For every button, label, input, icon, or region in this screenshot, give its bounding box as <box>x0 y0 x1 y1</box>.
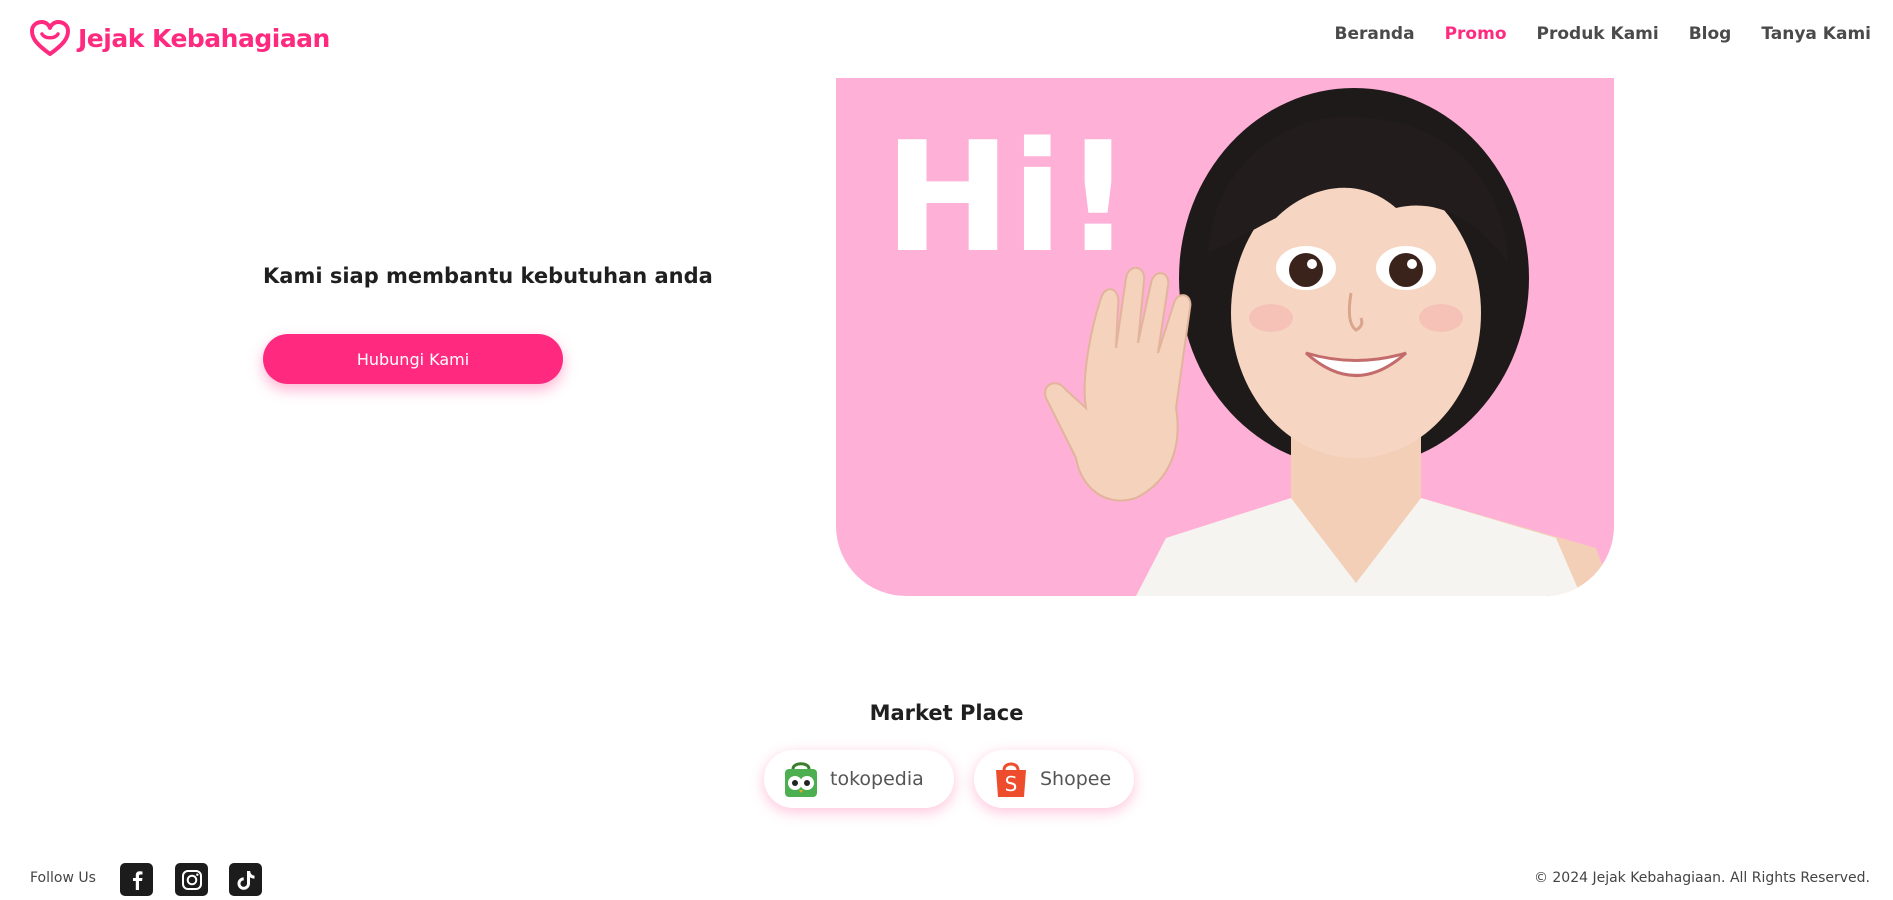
site-header: Jejak Kebahagiaan Beranda Promo Produk K… <box>0 0 1893 78</box>
instagram-link[interactable] <box>175 863 208 896</box>
instagram-icon <box>181 869 202 890</box>
tokopedia-label: tokopedia <box>830 768 924 790</box>
nav-tanya-kami[interactable]: Tanya Kami <box>1761 24 1871 44</box>
contact-us-button[interactable]: Hubungi Kami <box>263 334 563 384</box>
tokopedia-button[interactable]: tokopedia <box>764 750 954 808</box>
hero-image: Hi! <box>836 78 1614 596</box>
nav-blog[interactable]: Blog <box>1689 24 1732 44</box>
follow-us-label: Follow Us <box>30 870 96 886</box>
marketplace-title: Market Place <box>869 701 1024 725</box>
shopee-bag-icon: S <box>996 762 1026 797</box>
brand-name: Jejak Kebahagiaan <box>78 23 330 53</box>
marketplace-links: tokopedia S Shopee <box>764 750 1134 808</box>
brand-logo[interactable]: Jejak Kebahagiaan <box>30 20 330 56</box>
copyright-text: © 2024 Jejak Kebahagiaan. All Rights Res… <box>1533 870 1870 886</box>
hero-image-text: Hi! <box>884 109 1133 286</box>
tiktok-icon <box>237 870 254 890</box>
waving-girl-illustration: Hi! <box>884 88 1614 596</box>
svg-text:S: S <box>1005 772 1018 796</box>
nav-promo[interactable]: Promo <box>1445 24 1507 44</box>
shopee-button[interactable]: S Shopee <box>974 750 1134 808</box>
heart-logo-icon <box>30 20 70 56</box>
main-nav: Beranda Promo Produk Kami Blog Tanya Kam… <box>1334 24 1871 44</box>
shopee-label: Shopee <box>1040 768 1112 790</box>
facebook-link[interactable] <box>120 863 153 896</box>
tiktok-link[interactable] <box>229 863 262 896</box>
tokopedia-bag-icon <box>785 762 817 797</box>
facebook-icon <box>132 870 142 890</box>
hero-headline: Kami siap membantu kebutuhan anda <box>263 264 713 288</box>
nav-produk-kami[interactable]: Produk Kami <box>1537 24 1659 44</box>
nav-beranda[interactable]: Beranda <box>1334 24 1414 44</box>
